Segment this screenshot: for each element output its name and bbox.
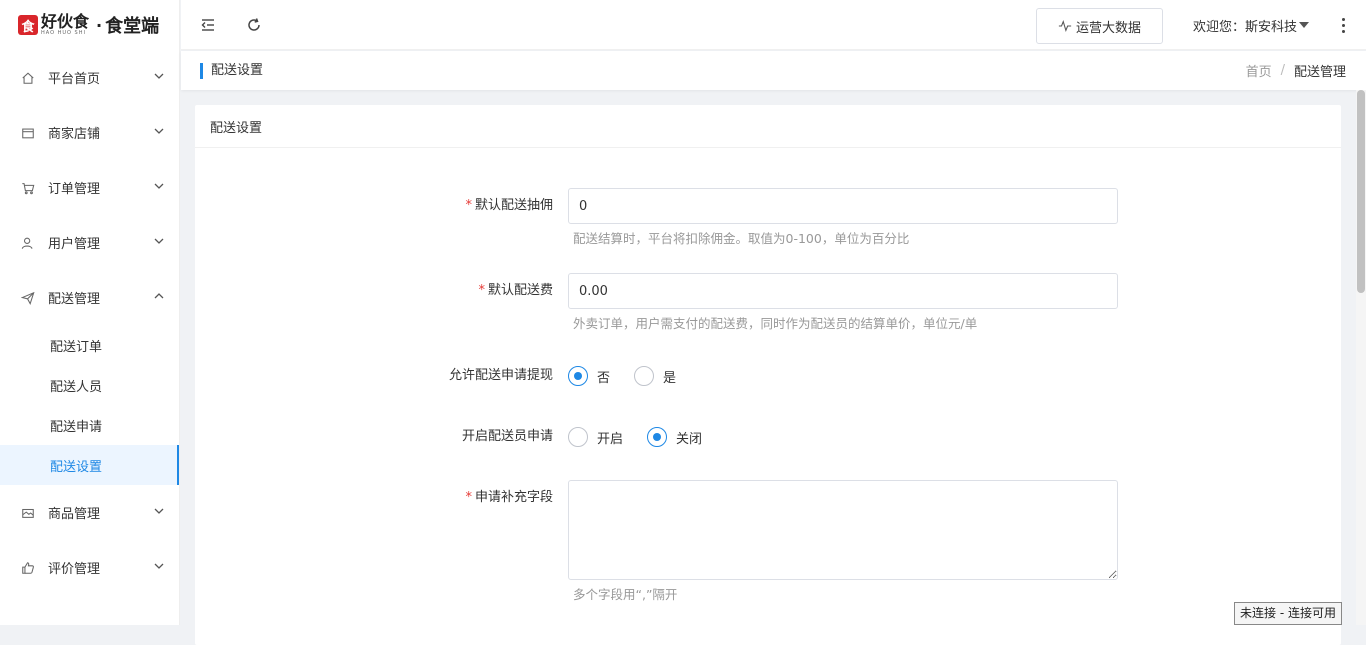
sidebar-item-store[interactable]: 商家店铺 bbox=[0, 105, 179, 160]
goods-icon bbox=[20, 505, 36, 521]
sidebar-item-label: 用户管理 bbox=[48, 237, 101, 252]
pulse-icon bbox=[1058, 20, 1072, 32]
withdraw-label: 允许配送申请提现 bbox=[448, 368, 553, 383]
sidebar: 食 好伙食 HAO HUO SHI · 食堂端 平台首页 商家店铺 订单管理 用… bbox=[0, 0, 180, 625]
cart-icon bbox=[20, 180, 36, 196]
fee-hint: 外卖订单，用户需支付的配送费，同时作为配送员的结算单价，单位元/单 bbox=[573, 316, 978, 331]
sidebar-item-label: 商家店铺 bbox=[48, 127, 101, 142]
logo-brand-name: 好伙食 bbox=[41, 12, 90, 31]
sidebar-item-label: 订单管理 bbox=[48, 182, 101, 197]
breadcrumb-current: 配送管理 bbox=[1293, 65, 1346, 80]
logo-brand: 好伙食 HAO HUO SHI bbox=[41, 14, 89, 36]
sidebar-item-orders[interactable]: 订单管理 bbox=[0, 160, 179, 215]
chevron-down-icon bbox=[153, 70, 165, 86]
radio-circle bbox=[568, 366, 588, 386]
required-mark: * bbox=[478, 283, 485, 298]
withdraw-radio-no[interactable]: 否 bbox=[568, 366, 610, 386]
collapse-menu-icon[interactable] bbox=[198, 15, 218, 35]
operations-data-label: 运营大数据 bbox=[1075, 20, 1141, 36]
sidebar-subitem-delivery-apply[interactable]: 配送申请 bbox=[0, 405, 179, 445]
fee-input[interactable] bbox=[568, 273, 1118, 309]
send-icon bbox=[20, 290, 36, 306]
home-icon bbox=[20, 70, 36, 86]
logo-dot: · bbox=[96, 15, 103, 35]
page-scrollbar[interactable] bbox=[1356, 90, 1366, 625]
apply-radio-open[interactable]: 开启 bbox=[568, 427, 623, 447]
withdraw-radio-group: 否 是 bbox=[568, 358, 700, 394]
scrollbar-thumb[interactable] bbox=[1357, 90, 1365, 293]
chevron-down-icon bbox=[153, 505, 165, 521]
radio-label: 是 bbox=[663, 370, 677, 386]
extra-fields-textarea[interactable] bbox=[568, 480, 1118, 580]
card-title: 配送设置 bbox=[195, 105, 1341, 148]
user-menu[interactable]: 欢迎您：斯安科技 bbox=[1193, 0, 1310, 50]
radio-circle bbox=[568, 427, 588, 447]
sidebar-item-label: 评价管理 bbox=[48, 562, 101, 577]
radio-label: 关闭 bbox=[676, 431, 703, 447]
crumb-bar: 配送设置 首页 / 配送管理 bbox=[181, 51, 1366, 90]
chevron-down-icon bbox=[153, 560, 165, 576]
sidebar-menu: 平台首页 商家店铺 订单管理 用户管理 配送管理 配送订单 配送人员 配送申请 bbox=[0, 50, 179, 595]
user-icon bbox=[20, 235, 36, 251]
sidebar-item-users[interactable]: 用户管理 bbox=[0, 215, 179, 270]
logo-mark: 食 bbox=[18, 15, 38, 35]
more-vertical-icon[interactable] bbox=[1336, 15, 1350, 35]
radio-circle bbox=[634, 366, 655, 386]
fee-label: * 默认配送费 bbox=[478, 283, 553, 298]
radio-circle bbox=[647, 427, 668, 447]
refresh-icon[interactable] bbox=[244, 15, 264, 35]
sidebar-item-reviews[interactable]: 评价管理 bbox=[0, 540, 179, 595]
connection-status-tooltip: 未连接 - 连接可用 bbox=[1234, 602, 1342, 625]
breadcrumb: 首页 / 配送管理 bbox=[1246, 51, 1346, 90]
delivery-submenu: 配送订单 配送人员 配送申请 配送设置 bbox=[0, 325, 179, 485]
thumb-icon bbox=[20, 560, 36, 576]
sidebar-subitem-delivery-staff[interactable]: 配送人员 bbox=[0, 365, 179, 405]
radio-label: 否 bbox=[597, 370, 611, 386]
logo[interactable]: 食 好伙食 HAO HUO SHI · 食堂端 bbox=[0, 0, 179, 50]
sidebar-subitem-delivery-settings[interactable]: 配送设置 bbox=[0, 445, 179, 485]
breadcrumb-separator: / bbox=[1280, 63, 1285, 78]
apply-label: 开启配送员申请 bbox=[461, 429, 553, 444]
topbar: 运营大数据 欢迎您：斯安科技 bbox=[181, 0, 1366, 50]
logo-brand-pinyin: HAO HUO SHI bbox=[41, 30, 86, 36]
sidebar-item-home[interactable]: 平台首页 bbox=[0, 50, 179, 105]
extra-hint: 多个字段用“,”隔开 bbox=[573, 587, 678, 602]
required-mark: * bbox=[465, 198, 472, 213]
apply-radio-group: 开启 关闭 bbox=[568, 419, 726, 455]
settings-card: 配送设置 *默认配送抽佣 配送结算时，平台将扣除佣金。取值为0-100，单位为百… bbox=[195, 105, 1341, 645]
commission-input[interactable] bbox=[568, 188, 1118, 224]
logo-suffix: 食堂端 bbox=[105, 16, 160, 37]
extra-label: * 申请补充字段 bbox=[465, 490, 553, 505]
operations-data-button[interactable]: 运营大数据 bbox=[1036, 8, 1163, 44]
sidebar-item-label: 平台首页 bbox=[48, 72, 101, 87]
welcome-text: 欢迎您：斯安科技 bbox=[1193, 19, 1298, 35]
store-icon bbox=[20, 125, 36, 141]
page-title: 配送设置 bbox=[200, 62, 263, 79]
caret-down-icon bbox=[1299, 22, 1310, 28]
chevron-down-icon bbox=[153, 125, 165, 141]
sidebar-item-delivery[interactable]: 配送管理 bbox=[0, 270, 179, 325]
sidebar-item-goods[interactable]: 商品管理 bbox=[0, 485, 179, 540]
chevron-down-icon bbox=[153, 180, 165, 196]
withdraw-radio-yes[interactable]: 是 bbox=[634, 366, 676, 386]
sidebar-subitem-delivery-orders[interactable]: 配送订单 bbox=[0, 325, 179, 365]
chevron-up-icon bbox=[153, 290, 165, 306]
sidebar-item-label: 商品管理 bbox=[48, 507, 101, 522]
breadcrumb-home[interactable]: 首页 bbox=[1246, 61, 1272, 80]
chevron-down-icon bbox=[153, 235, 165, 251]
required-mark: * bbox=[465, 490, 472, 505]
apply-radio-close[interactable]: 关闭 bbox=[647, 427, 702, 447]
sidebar-item-label: 配送管理 bbox=[48, 292, 101, 307]
commission-label: * 默认配送抽佣 bbox=[465, 198, 553, 213]
radio-label: 开启 bbox=[597, 431, 624, 447]
commission-hint: 配送结算时，平台将扣除佣金。取值为0-100，单位为百分比 bbox=[573, 231, 910, 246]
